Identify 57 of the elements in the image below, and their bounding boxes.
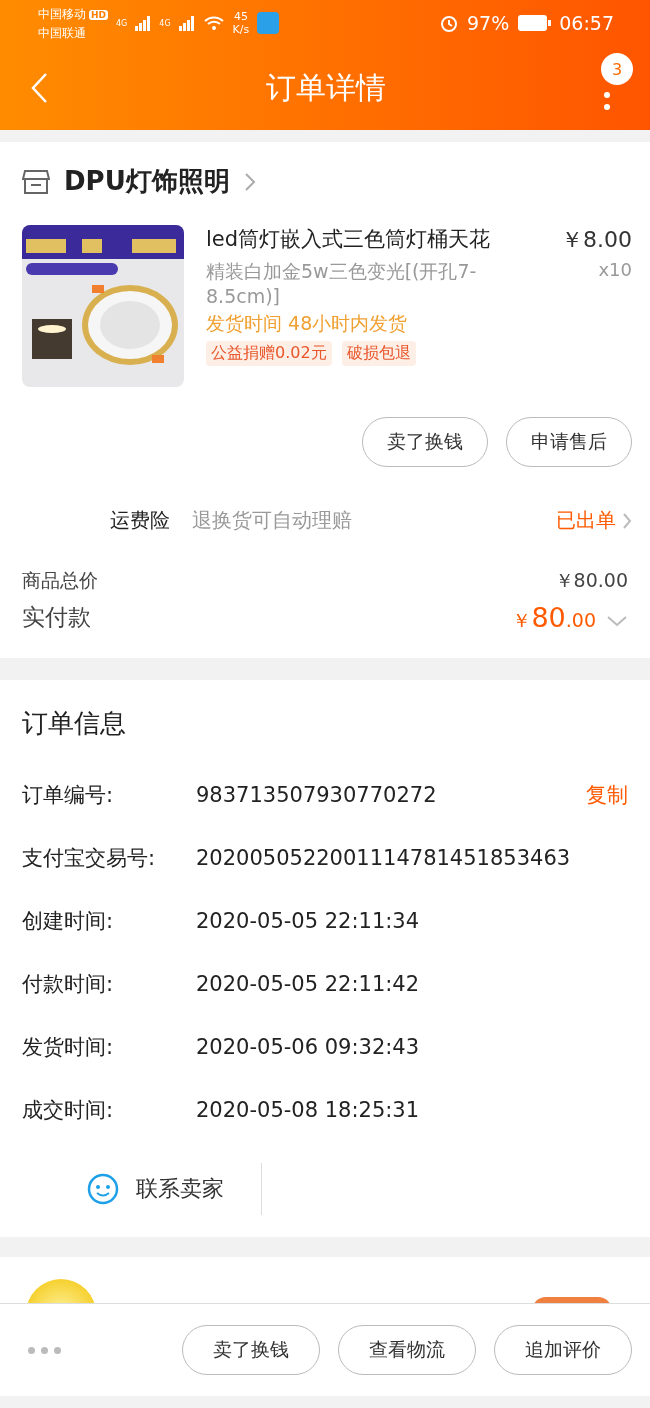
goods-total-value: ￥80.00 [554,568,628,593]
speed-unit: K/s [232,23,250,36]
paid-amount: ￥80.00 [512,602,596,634]
info-value: 2020-05-05 22:11:34 [196,908,421,933]
info-label: 支付宝交易号: [22,844,157,872]
paid-label: 实付款 [22,603,91,632]
chevron-icon [622,511,632,530]
info-label: 订单编号: [22,781,115,809]
battery-percent: 97% [467,12,510,34]
info-value: 2020-05-05 22:11:42 [196,971,421,996]
info-label: 成交时间: [22,1096,115,1124]
info-value: 983713507930770272 [196,782,438,807]
shipping-time: 发货时间 48小时内发货 [206,311,409,336]
info-label: 创建时间: [22,907,115,935]
action-button[interactable]: 追加评价 [494,1325,632,1375]
contact-seller-button[interactable]: 联系卖家 [22,1163,262,1215]
clock-time: 06:57 [559,12,614,34]
goods-total-label: 商品总价 [22,568,98,593]
action-button[interactable]: 卖了换钱 [362,417,488,467]
section-title: 订单信息 [22,707,127,740]
expand-icon[interactable] [606,615,628,627]
product-variant: 精装白加金5w三色变光[(开孔7-8.5cm)] [206,259,478,307]
notification-badge: 3 [601,53,633,85]
shop-name[interactable]: DPU灯饰照明 [64,164,230,199]
more-icon[interactable] [604,92,610,110]
info-label: 发货时间: [22,1033,115,1061]
insurance-description: 退换货可自动理赔 [192,507,353,534]
hd-badge: HD [89,9,108,20]
store-icon [22,168,50,195]
wifi-icon [202,14,225,32]
carrier-name: 中国联通 [38,24,87,42]
chevron-icon [243,171,256,192]
info-label: 付款时间: [22,970,115,998]
insurance-label: 运费险 [110,507,170,534]
speed-value: 45 [233,10,248,23]
service-tag: 破损包退 [341,341,416,366]
info-value: 2020-05-08 18:25:31 [196,1097,421,1122]
action-button[interactable]: 卖了换钱 [182,1325,320,1375]
network-type: 4G [116,18,128,28]
service-tag: 公益捐赠0.02元 [206,341,332,366]
carrier-name: 中国移动 HD [38,4,108,24]
signal-icon [178,15,195,31]
action-button[interactable]: 申请售后 [506,417,632,467]
battery-icon [517,14,552,32]
info-value: 2020-05-06 09:32:43 [196,1034,421,1059]
unit-price: ￥8.00 [561,226,632,254]
page-title: 订单详情 [265,68,387,107]
product-title[interactable]: led筒灯嵌入式三色筒灯桶天花 [206,225,491,255]
quantity: x10 [598,259,632,282]
info-value: 2020050522001114781451853463 [196,845,572,870]
back-icon[interactable] [30,72,48,104]
smiley-icon [86,1172,120,1206]
network-type: 4G [159,18,171,28]
signal-icon [135,15,152,31]
app-notification-icon [257,12,280,34]
alarm-icon [439,13,459,33]
action-button[interactable]: 查看物流 [338,1325,476,1375]
